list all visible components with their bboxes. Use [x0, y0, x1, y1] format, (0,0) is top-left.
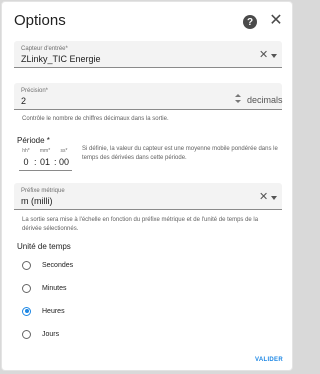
radio-icon[interactable]	[22, 329, 31, 339]
hours-value: 0	[23, 157, 29, 167]
prefix-select-value: m (milli)	[21, 196, 53, 206]
radio-secondes[interactable]: Secondes	[22, 259, 73, 271]
seconds-label: ss*	[60, 148, 68, 154]
sensor-select-value: ZLinky_TIC Energie	[21, 54, 101, 64]
radio-jours[interactable]: Jours	[22, 328, 59, 340]
hours-input[interactable]: hh* 0	[19, 148, 33, 167]
period-underline	[19, 170, 72, 171]
prefix-select[interactable]: Préfixe métrique m (milli) ✕	[14, 183, 282, 210]
radio-checked-icon[interactable]	[22, 306, 31, 316]
sensor-select[interactable]: Capteur d'entrée* ZLinky_TIC Energie ✕	[14, 41, 282, 68]
radio-icon[interactable]	[22, 260, 31, 270]
radio-minutes[interactable]: Minutes	[22, 282, 67, 294]
radio-heures[interactable]: Heures	[22, 305, 65, 317]
minutes-value: 01	[39, 157, 50, 167]
precision-input-value: 2	[21, 96, 27, 106]
sensor-select-label: Capteur d'entrée*	[21, 46, 68, 52]
seconds-input[interactable]: ss* 00	[57, 148, 71, 167]
chevron-down-icon[interactable]	[271, 54, 277, 58]
radio-label: Secondes	[42, 261, 74, 269]
prefix-select-label: Préfixe métrique	[21, 188, 65, 194]
dialog-title: Options	[14, 12, 66, 29]
time-separator: :	[34, 157, 37, 167]
precision-helper: Contrôle le nombre de chiffres décimaux …	[22, 116, 169, 122]
precision-input-label: Précision*	[21, 88, 49, 94]
precision-suffix: decimals	[247, 95, 283, 105]
prefix-helper: La sortie sera mise à l'échelle en fonct…	[22, 217, 259, 232]
radio-label: Minutes	[42, 284, 67, 292]
radio-label: Heures	[42, 307, 65, 315]
period-helper: Si définie, la valeur du capteur est une…	[82, 146, 278, 161]
validate-button[interactable]: VALIDER	[255, 357, 283, 363]
seconds-value: 00	[58, 157, 69, 167]
period-title: Période *	[17, 136, 50, 145]
radio-label: Jours	[42, 330, 60, 338]
radio-icon[interactable]	[22, 283, 31, 293]
hours-label: hh*	[22, 148, 30, 154]
stepper-up-icon[interactable]	[235, 94, 241, 97]
clear-icon[interactable]: ✕	[259, 49, 268, 61]
precision-stepper[interactable]	[234, 94, 242, 104]
close-icon[interactable]: ✕	[268, 12, 284, 30]
time-unit-title: Unité de temps	[17, 242, 71, 251]
options-dialog: Options ? ✕ Capteur d'entrée* ZLinky_TIC…	[1, 1, 293, 371]
minutes-label: mm*	[39, 148, 51, 154]
help-icon[interactable]: ?	[243, 15, 257, 29]
stepper-down-icon[interactable]	[235, 100, 241, 103]
chevron-down-icon[interactable]	[271, 196, 277, 200]
clear-icon[interactable]: ✕	[259, 191, 268, 203]
minutes-input[interactable]: mm* 01	[38, 148, 52, 167]
